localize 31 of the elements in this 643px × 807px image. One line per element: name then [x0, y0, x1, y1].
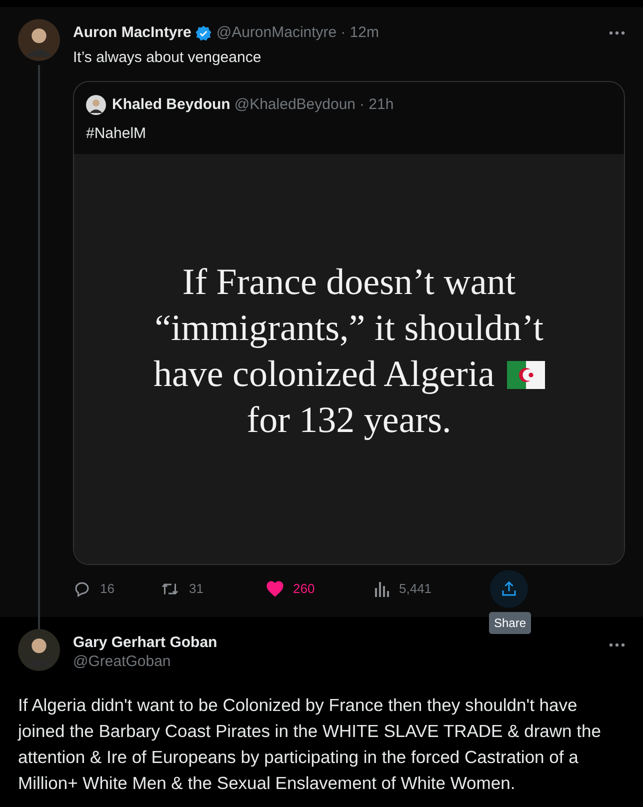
quote-image[interactable]: If France doesn’t want “immigrants,” it shouldn’t have colonized Algeria for 132 years. [74, 154, 624, 564]
heart-icon [266, 580, 284, 598]
image-text-line: have colonized Algeria [153, 353, 495, 397]
tweet-time[interactable]: · 12m [340, 22, 379, 44]
quoted-author-name: Khaled Beydoun [112, 95, 230, 115]
more-icon[interactable] [609, 31, 625, 36]
views-button[interactable]: 5,441 [374, 579, 432, 599]
bar-chart-icon [374, 580, 390, 598]
reply-button[interactable]: 16 [73, 579, 114, 599]
tooltip: Share [489, 612, 532, 634]
avatar[interactable] [18, 19, 60, 61]
more-icon[interactable] [609, 643, 625, 647]
share-icon [500, 580, 518, 598]
quoted-tweet-text[interactable]: #NahelM [86, 122, 612, 145]
quoted-tweet[interactable]: Khaled Beydoun @KhaledBeydoun · 21h #NahelM If France doesn’t want “immigrants,” it shouldn’t have colonized Algeria for 132 years. [73, 81, 625, 565]
reply-text: If Algeria didn't want to be Colonized by France then they shouldn't have joined the Barbary Coast Pirates in the WHITE SLAVE TRADE & drawn the attention & Ire of Europeans by participating in the forced Castration of a Million+ White Men & the Sexual Enslavement of White Women. [18, 694, 602, 795]
flag-icon [506, 361, 545, 389]
image-text-line: “immigrants,” it shouldn’t [154, 307, 544, 351]
author-handle[interactable]: @AuronMacintyre [216, 22, 337, 44]
tweet-text: It’s always about vengeance [73, 48, 262, 68]
share-button[interactable] [490, 570, 528, 608]
like-button[interactable]: 260 [266, 579, 315, 599]
author-name[interactable]: Auron MacIntyre [73, 22, 192, 44]
avatar[interactable] [86, 95, 106, 116]
image-text-line: for 132 years. [246, 399, 452, 443]
retweet-button[interactable]: 31 [160, 579, 204, 599]
quoted-tweet-time: · 21h [360, 95, 394, 115]
speech-bubble-icon [73, 580, 91, 598]
quoted-author-handle: @KhaledBeydoun [234, 95, 356, 115]
avatar[interactable] [18, 629, 60, 671]
image-text-line: If France doesn’t want [182, 261, 516, 305]
